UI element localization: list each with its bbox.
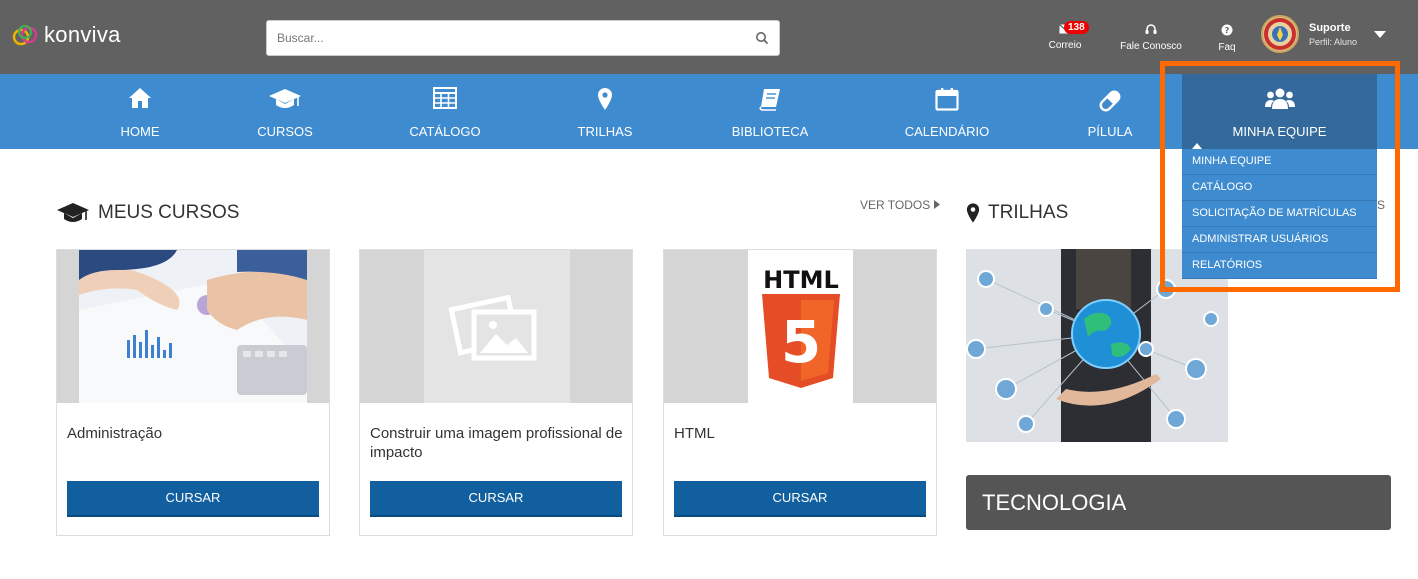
trilhas-ver-todos-label: S	[1377, 198, 1386, 212]
konviva-logo[interactable]: konviva	[12, 22, 121, 48]
user-name[interactable]: Suporte	[1309, 22, 1351, 34]
meus-cursos-title: MEUS CURSOS	[56, 202, 239, 224]
nav-item-calendario[interactable]: CALENDÁRIO	[892, 74, 1002, 149]
nav-label-catalogo: CATÁLOGO	[409, 124, 481, 139]
course-card: Administração CURSAR	[56, 249, 330, 536]
search-icon[interactable]	[755, 31, 769, 45]
cursar-button[interactable]: CURSAR	[67, 481, 319, 515]
trilhas-title: TRILHAS	[966, 202, 1068, 224]
avatar-seal-icon	[1264, 18, 1296, 50]
nav-label-biblioteca: BIBLIOTECA	[731, 124, 809, 139]
book-icon	[759, 89, 780, 111]
cursar-button[interactable]: CURSAR	[674, 481, 926, 515]
home-icon	[129, 88, 151, 108]
html5-logo: HTML 5	[664, 250, 936, 403]
headset-icon	[1145, 24, 1157, 34]
nav-item-biblioteca[interactable]: BIBLIOTECA	[715, 74, 825, 149]
dropdown-item-minha-equipe[interactable]: MINHA EQUIPE	[1182, 149, 1377, 175]
nav-label-pilula: PÍLULA	[1087, 124, 1133, 139]
correio-label: Correio	[1048, 40, 1082, 51]
course-thumbnail[interactable]: HTML 5	[664, 250, 936, 403]
html5-logo-number: 5	[781, 308, 821, 376]
search-input[interactable]	[267, 21, 779, 55]
avatar[interactable]	[1261, 15, 1299, 53]
mail-count-badge: 138	[1064, 21, 1089, 34]
ver-todos-label: VER TODOS	[860, 198, 931, 212]
nav-item-cursos[interactable]: CURSOS	[240, 74, 330, 149]
nav-item-minha-equipe[interactable]: MINHA EQUIPE	[1182, 74, 1377, 149]
calendar-icon	[935, 88, 959, 111]
user-role: Perfil: Aluno	[1309, 37, 1358, 47]
dropdown-item-administrar-usuarios[interactable]: ADMINISTRAR USUÁRIOS	[1182, 227, 1377, 253]
caret-down-icon[interactable]	[1374, 31, 1386, 39]
cursar-button[interactable]: CURSAR	[370, 481, 622, 515]
course-thumbnail[interactable]	[360, 250, 632, 403]
main-navbar: HOME CURSOS CATÁLOGO TRILHAS BIBLIOTECA …	[0, 74, 1418, 149]
business-chart-photo	[57, 250, 329, 403]
meus-cursos-title-text: MEUS CURSOS	[98, 202, 240, 223]
ver-todos-link[interactable]: VER TODOS	[860, 198, 940, 212]
logo-text: konviva	[44, 22, 121, 47]
nav-item-pilula[interactable]: PÍLULA	[1070, 74, 1150, 149]
minha-equipe-dropdown: MINHA EQUIPE CATÁLOGO SOLICITAÇÃO DE MAT…	[1182, 149, 1377, 279]
grid-table-icon	[433, 87, 457, 109]
map-marker-icon	[598, 88, 612, 110]
faq-label: Faq	[1218, 42, 1236, 53]
question-circle-icon: ?	[1221, 24, 1233, 36]
course-card: HTML 5 HTML CURSAR	[663, 249, 937, 536]
map-marker-icon	[966, 203, 980, 223]
svg-text:?: ?	[1225, 26, 1230, 35]
image-placeholder-icon	[360, 250, 632, 403]
caret-right-icon	[933, 200, 940, 209]
fale-conosco-label: Fale Conosco	[1120, 41, 1182, 52]
graduation-cap-icon	[57, 203, 89, 222]
konviva-logo-icon	[12, 25, 38, 46]
html5-logo-text: HTML	[763, 266, 839, 294]
correio-button[interactable]: 138 Correio	[1046, 21, 1089, 51]
team-users-icon	[1264, 88, 1295, 109]
nav-item-catalogo[interactable]: CATÁLOGO	[395, 74, 495, 149]
nav-label-calendario: CALENDÁRIO	[904, 124, 990, 139]
trilhas-title-text: TRILHAS	[988, 202, 1069, 223]
fale-conosco-button[interactable]: Fale Conosco	[1118, 24, 1184, 52]
trilha-category-banner[interactable]: TECNOLOGIA	[966, 475, 1391, 530]
dropdown-item-solicitacao-matriculas[interactable]: SOLICITAÇÃO DE MATRÍCULAS	[1182, 201, 1377, 227]
course-thumbnail[interactable]	[57, 250, 329, 403]
trilhas-ver-todos-link[interactable]: S	[1377, 198, 1385, 212]
pill-icon	[1099, 90, 1121, 112]
course-title[interactable]: Construir uma imagem profissional de imp…	[370, 424, 624, 462]
dropdown-item-relatorios[interactable]: RELATÓRIOS	[1182, 253, 1377, 279]
faq-button[interactable]: ? Faq	[1214, 24, 1240, 53]
nav-item-home[interactable]: HOME	[100, 74, 180, 149]
course-title[interactable]: Administração	[67, 424, 321, 443]
nav-label-minha-equipe: MINHA EQUIPE	[1232, 124, 1327, 139]
graduation-cap-icon	[269, 89, 301, 108]
nav-label-home: HOME	[120, 124, 160, 139]
nav-label-cursos: CURSOS	[257, 124, 313, 139]
dropdown-item-catalogo[interactable]: CATÁLOGO	[1182, 175, 1377, 201]
nav-item-trilhas[interactable]: TRILHAS	[560, 74, 650, 149]
course-card: Construir uma imagem profissional de imp…	[359, 249, 633, 536]
search-box	[266, 20, 780, 56]
nav-label-trilhas: TRILHAS	[577, 124, 633, 139]
top-bar: konviva 138 Correio Fale Conosco ? Faq	[0, 0, 1418, 74]
course-title[interactable]: HTML	[674, 424, 928, 443]
